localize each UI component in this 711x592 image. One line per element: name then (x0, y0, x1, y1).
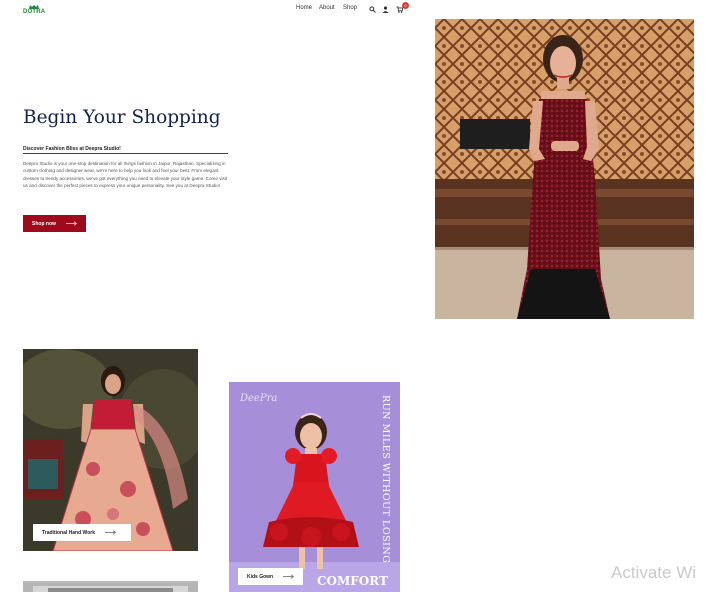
product-card-partial[interactable] (23, 581, 198, 592)
arrow-right-icon (104, 530, 116, 535)
logo-text: DOTRA (23, 9, 46, 15)
poster-logo: DeePra (240, 393, 278, 404)
shop-now-label: Shop now (32, 220, 56, 227)
arrow-right-icon (283, 574, 295, 579)
hero-image (435, 19, 694, 319)
product-card-traditional[interactable]: Traditional Hand Work (23, 349, 198, 551)
user-icon[interactable] (382, 6, 389, 13)
traditional-dress-image (23, 349, 198, 551)
card-label-text: Kids Gown (247, 573, 274, 580)
card-label-kids-gown[interactable]: Kids Gown (238, 568, 303, 585)
cart-count-badge: 0 (402, 2, 409, 9)
shop-now-button[interactable]: Shop now (23, 215, 86, 232)
site-logo[interactable]: DOTRA (23, 5, 45, 17)
nav-about[interactable]: About (319, 5, 335, 11)
hero-subtitle: Discover Fashion Bliss at Deepra Studio! (23, 146, 121, 152)
nav-shop[interactable]: Shop (343, 5, 357, 11)
nav-home[interactable]: Home (296, 5, 312, 11)
hero-description: Deepra Studio is your one-stop destinati… (23, 161, 228, 189)
arrow-right-icon (65, 221, 77, 226)
poster-slogan: RUN MILES WITHOUT LOSING (380, 395, 391, 564)
card-label-text: Traditional Hand Work (42, 529, 95, 536)
hero-divider (23, 153, 228, 154)
activate-windows-watermark: Activate Wi (611, 563, 697, 582)
partial-card-image (23, 583, 198, 592)
product-card-kids-gown[interactable]: DeePra RUN MILES WITHOUT LOSING COMFORT … (229, 382, 400, 592)
card-label-traditional[interactable]: Traditional Hand Work (33, 524, 131, 541)
poster-bottom-text: COMFORT (317, 574, 388, 588)
search-icon[interactable] (369, 6, 376, 13)
kids-gown-image (229, 382, 400, 592)
hero-title: Begin Your Shopping (23, 107, 221, 128)
